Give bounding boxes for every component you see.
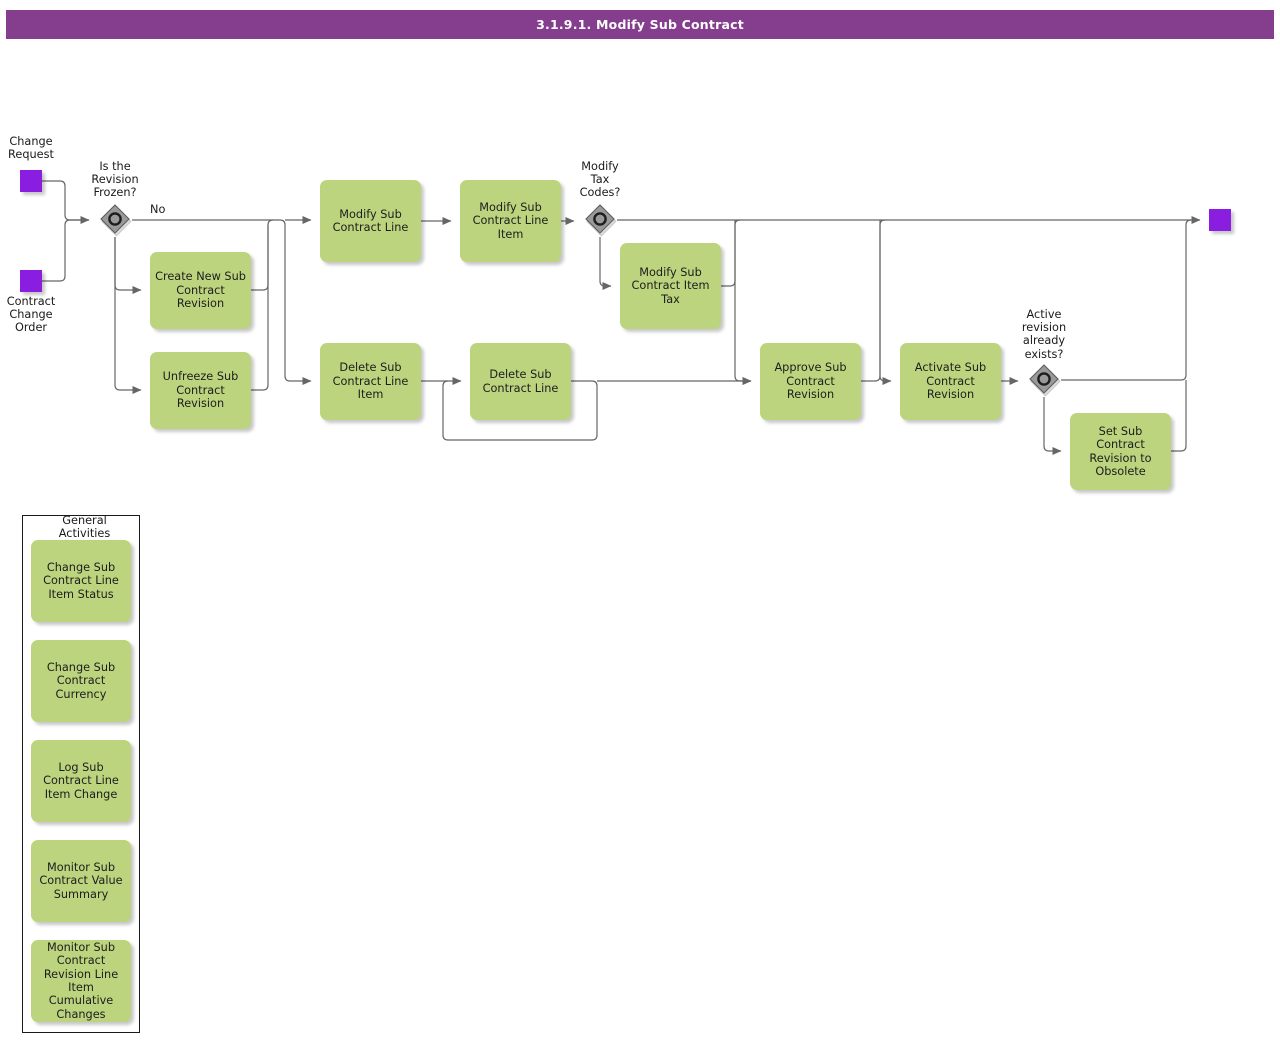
start-event-contract-change-order[interactable] (20, 270, 42, 292)
task-modify-sub-contract-item-tax[interactable]: Modify Sub Contract Item Tax (620, 243, 721, 329)
process-diagram-canvas: Change Request Contract Change Order Is … (0, 0, 1280, 1040)
task-activate-sub-contract-revision[interactable]: Activate Sub Contract Revision (900, 343, 1001, 420)
gateway-is-revision-frozen-label: Is the Revision Frozen? (91, 160, 139, 200)
task-approve-sub-contract-revision[interactable]: Approve Sub Contract Revision (760, 343, 861, 420)
task-create-new-sub-contract-revision[interactable]: Create New Sub Contract Revision (150, 252, 251, 329)
task-change-sub-contract-currency[interactable]: Change Sub Contract Currency (31, 640, 131, 722)
task-modify-sub-contract-line-item[interactable]: Modify Sub Contract Line Item (460, 180, 561, 262)
inclusive-gateway-icon (100, 204, 132, 237)
task-delete-sub-contract-line-item[interactable]: Delete Sub Contract Line Item (320, 343, 421, 420)
end-event[interactable] (1209, 209, 1231, 231)
inclusive-gateway-icon (585, 204, 617, 237)
task-modify-sub-contract-line[interactable]: Modify Sub Contract Line (320, 180, 421, 262)
task-monitor-sub-contract-value-summary[interactable]: Monitor Sub Contract Value Summary (31, 840, 131, 922)
gateway-modify-tax-codes[interactable] (583, 203, 617, 237)
sequence-flow-layer (42, 180, 1201, 455)
task-monitor-sub-contract-revision-line-item-cumulative-changes[interactable]: Monitor Sub Contract Revision Line Item … (31, 940, 131, 1022)
task-change-sub-contract-line-item-status[interactable]: Change Sub Contract Line Item Status (31, 540, 131, 622)
gateway-active-revision-exists[interactable] (1027, 363, 1061, 397)
gateway-modify-tax-codes-label: Modify Tax Codes? (579, 160, 621, 200)
start-event-change-request-label: Change Request (8, 135, 54, 162)
start-event-contract-change-order-label: Contract Change Order (6, 295, 56, 335)
general-activities-group-title: General Activities (58, 514, 111, 540)
gateway-active-revision-exists-label: Active revision already exists? (1021, 308, 1067, 361)
gateway-is-revision-frozen[interactable] (98, 203, 132, 237)
inclusive-gateway-icon (1029, 364, 1061, 397)
task-set-sub-contract-revision-to-obsolete[interactable]: Set Sub Contract Revision to Obsolete (1070, 413, 1171, 490)
edge-label-no: No (150, 203, 166, 216)
task-delete-sub-contract-line[interactable]: Delete Sub Contract Line (470, 343, 571, 420)
task-log-sub-contract-line-item-change[interactable]: Log Sub Contract Line Item Change (31, 740, 131, 822)
start-event-change-request[interactable] (20, 170, 42, 192)
task-unfreeze-sub-contract-revision[interactable]: Unfreeze Sub Contract Revision (150, 352, 251, 429)
